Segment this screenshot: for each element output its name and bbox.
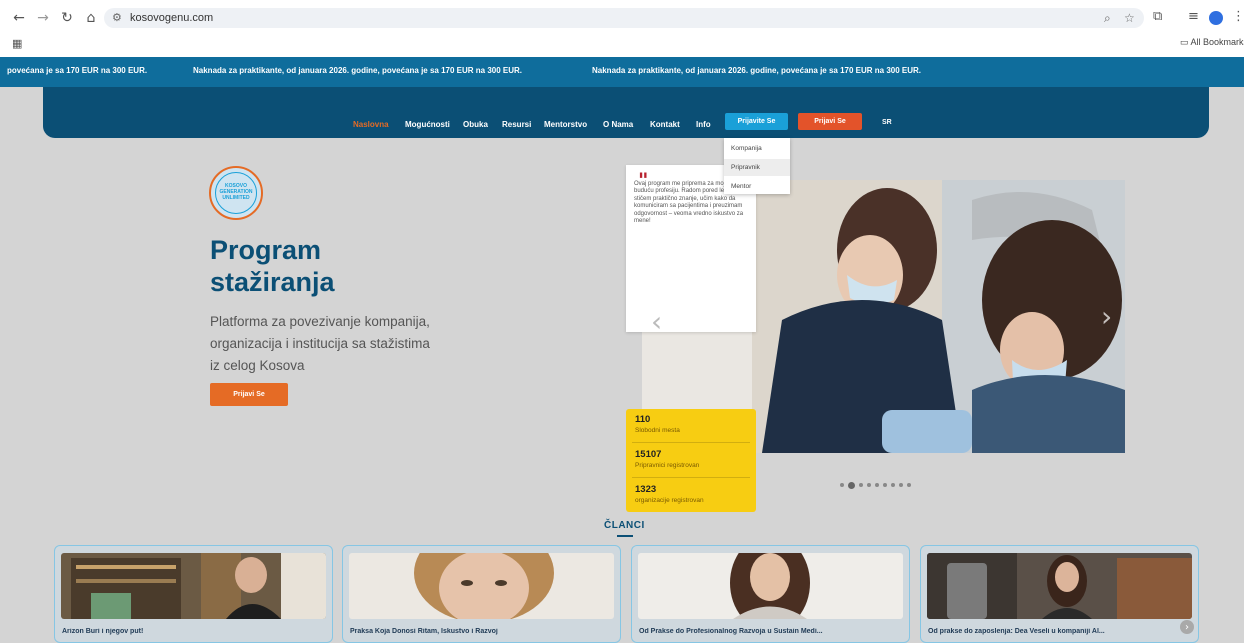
nav-mogucnosti[interactable]: Mogućnosti <box>405 120 450 129</box>
articles-next-icon[interactable]: › <box>1180 620 1194 634</box>
carousel-next-icon[interactable]: › <box>1101 300 1112 333</box>
article-image <box>61 553 326 619</box>
carousel-dot[interactable] <box>867 483 871 487</box>
home-icon[interactable]: ⌂ <box>82 9 100 27</box>
zoom-icon[interactable]: ⌕ <box>1104 11 1111 26</box>
stat-label: Pripravnici registrovan <box>635 462 700 469</box>
back-icon[interactable]: ← <box>10 9 28 27</box>
stat-value: 1323 <box>635 484 657 495</box>
nav-mentorstvo[interactable]: Mentorstvo <box>544 120 587 129</box>
reload-icon[interactable]: ↻ <box>58 9 76 27</box>
url-text: kosovogenu.com <box>130 12 214 24</box>
site-info-icon[interactable]: ⚙ <box>112 11 122 24</box>
register-dropdown: Kompanija Pripravnik Mentor <box>724 138 790 194</box>
kgu-logo: KOSOVO GENERATION UNLIMITED <box>209 166 263 220</box>
hero-title-line: Program <box>210 235 322 265</box>
article-image <box>927 553 1192 619</box>
ticker-item: povećana je sa 170 EUR na 300 EUR. <box>7 66 148 75</box>
browser-toolbar: ← → ↻ ⌂ ⚙ kosovogenu.com ⌕ ☆ ⧉ ≡ ⋮ ▦ ▭ A… <box>0 0 1244 57</box>
article-title: Praksa Koja Donosi Ritam, Iskustvo i Raz… <box>350 628 498 635</box>
nav-info[interactable]: Info <box>696 120 711 129</box>
carousel-prev-icon[interactable]: ‹ <box>651 305 662 338</box>
stat-divider <box>632 442 750 443</box>
hero-title-line: stažiranja <box>210 267 335 297</box>
article-card[interactable]: Od Prakse do Profesionalnog Razvoja u Su… <box>631 545 910 643</box>
nav-o-nama[interactable]: O Nama <box>603 120 633 129</box>
stats-panel: 110 Slobodni mesta 15107 Pripravnici reg… <box>626 409 756 512</box>
carousel-dot[interactable] <box>899 483 903 487</box>
logo-text: UNLIMITED <box>222 194 250 201</box>
apps-icon[interactable]: ▦ <box>12 37 22 50</box>
carousel-dot[interactable] <box>848 481 855 489</box>
carousel-dot[interactable] <box>840 483 844 487</box>
carousel-dot[interactable] <box>875 483 879 487</box>
hero-subtitle-line: organizacija i institucija sa stažistima <box>210 336 430 351</box>
hero-prijavi-se-button[interactable]: Prijavi Se <box>210 383 288 406</box>
prijavite-se-button[interactable]: Prijavite Se <box>725 113 788 130</box>
announcement-ticker: povećana je sa 170 EUR na 300 EUR. Nakna… <box>0 57 1244 87</box>
dropdown-item-kompanija[interactable]: Kompanija <box>724 140 790 157</box>
stat-value: 110 <box>635 414 651 425</box>
articles-section-title: ČLANCI <box>604 520 645 531</box>
article-image <box>349 553 614 619</box>
hero-subtitle: Platforma za povezivanje kompanija, orga… <box>210 311 480 377</box>
nav-obuka[interactable]: Obuka <box>463 120 488 129</box>
nav-resursi[interactable]: Resursi <box>502 120 531 129</box>
hero-subtitle-line: Platforma za povezivanje kompanija, <box>210 314 430 329</box>
article-card[interactable]: Arizon Buri i njegov put! <box>54 545 333 643</box>
article-card[interactable]: Od prakse do zaposlenja: Dea Veseli u ko… <box>920 545 1199 643</box>
forward-icon[interactable]: → <box>34 9 52 27</box>
ticker-item: Naknada za praktikante, od januara 2026.… <box>193 66 523 75</box>
article-image <box>638 553 903 619</box>
article-title: Arizon Buri i njegov put! <box>62 628 144 635</box>
nav-kontakt[interactable]: Kontakt <box>650 120 680 129</box>
hero-title: Program stažiranja <box>210 234 540 298</box>
carousel-dot[interactable] <box>859 483 863 487</box>
bookmarks-label: All Bookmarks <box>1190 37 1244 47</box>
profile-icon[interactable] <box>1209 11 1223 25</box>
section-underline <box>617 535 633 537</box>
ticker-item: Naknada za praktikante, od januara 2026.… <box>592 66 922 75</box>
stat-divider <box>632 477 750 478</box>
article-title: Od prakse do zaposlenja: Dea Veseli u ko… <box>928 628 1105 635</box>
hero-subtitle-line: iz celog Kosova <box>210 358 305 373</box>
carousel-dot[interactable] <box>891 483 895 487</box>
folder-icon: ▭ <box>1180 37 1189 47</box>
media-icon[interactable]: ≡ <box>1188 9 1199 24</box>
dropdown-item-mentor[interactable]: Mentor <box>724 178 790 195</box>
extensions-icon[interactable]: ⧉ <box>1153 9 1162 24</box>
language-switcher[interactable]: SR <box>882 119 892 126</box>
article-card[interactable]: Praksa Koja Donosi Ritam, Iskustvo i Raz… <box>342 545 621 643</box>
stat-value: 15107 <box>635 449 662 460</box>
main-navbar: Naslovna Mogućnosti Obuka Resursi Mentor… <box>43 87 1209 138</box>
carousel-dots <box>840 481 915 489</box>
nav-naslovna[interactable]: Naslovna <box>353 120 389 129</box>
address-bar[interactable]: ⚙ kosovogenu.com ⌕ ☆ <box>104 8 1144 28</box>
star-icon[interactable]: ☆ <box>1124 11 1135 25</box>
dropdown-item-pripravnik[interactable]: Pripravnik <box>724 159 790 176</box>
prijavi-se-nav-button[interactable]: Prijavi Se <box>798 113 862 130</box>
carousel-dot[interactable] <box>907 483 911 487</box>
article-title: Od Prakse do Profesionalnog Razvoja u Su… <box>639 628 823 635</box>
carousel-dot[interactable] <box>883 483 887 487</box>
all-bookmarks[interactable]: ▭ All Bookmarks <box>1180 37 1244 48</box>
stat-label: Slobodni mesta <box>635 427 680 434</box>
menu-icon[interactable]: ⋮ <box>1232 9 1244 24</box>
stat-label: organizacije registrovan <box>635 497 704 504</box>
